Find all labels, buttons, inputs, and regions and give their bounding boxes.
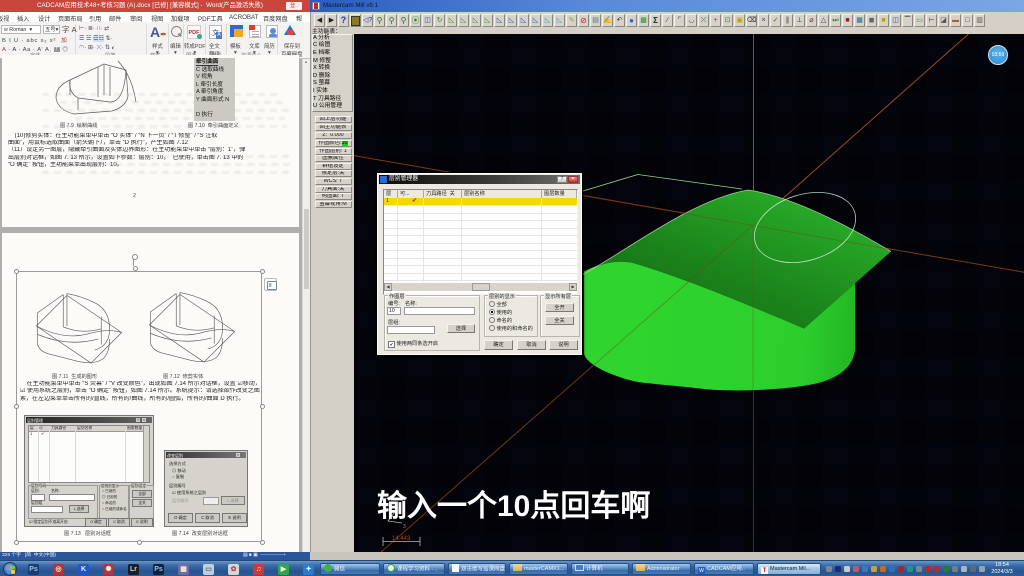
svg-text:14.443: 14.443 <box>392 536 411 542</box>
